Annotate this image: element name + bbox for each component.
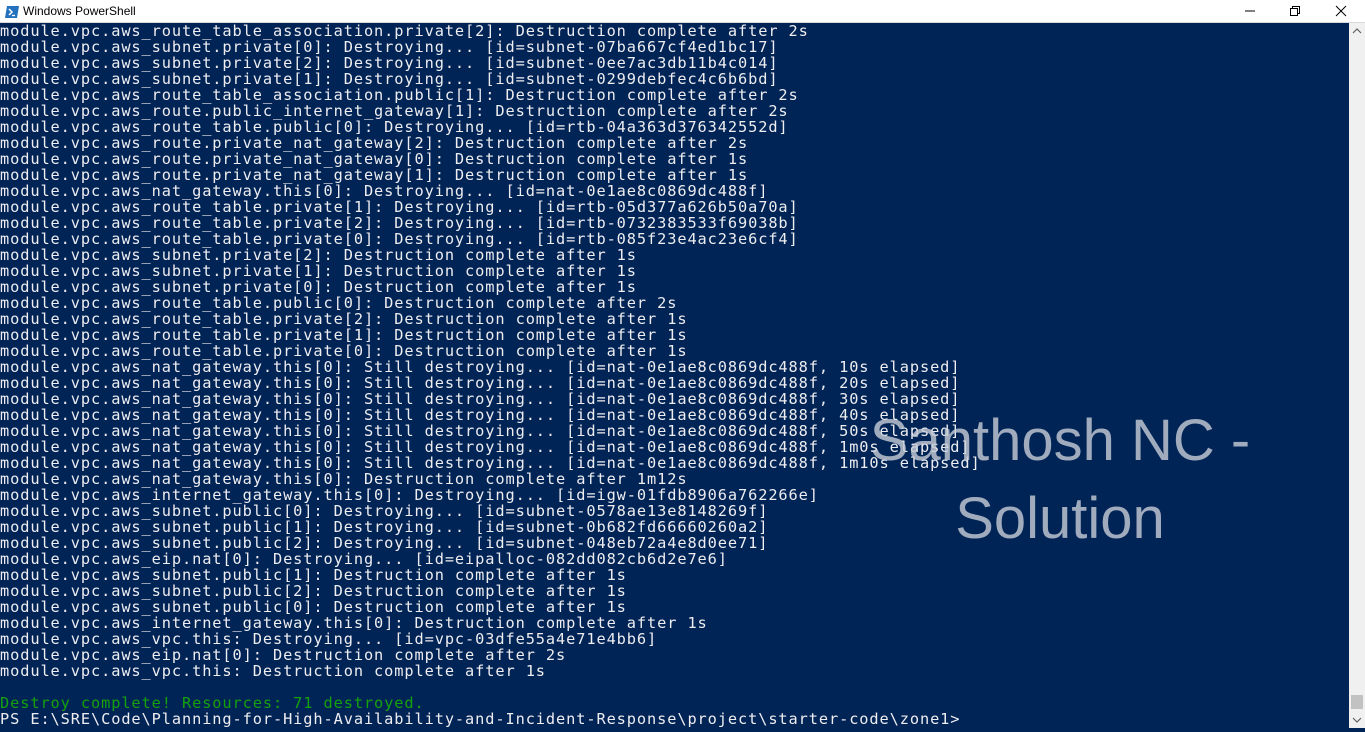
- console-line: module.vpc.aws_nat_gateway.this[0]: Stil…: [0, 454, 981, 472]
- console-line: module.vpc.aws_route.private_nat_gateway…: [0, 134, 749, 152]
- console-line: module.vpc.aws_internet_gateway.this[0]:…: [0, 614, 708, 632]
- minimize-button[interactable]: [1227, 0, 1273, 22]
- console-line: module.vpc.aws_route.public_internet_gat…: [0, 102, 789, 120]
- powershell-icon: [5, 4, 19, 18]
- console-line: module.vpc.aws_subnet.private[0]: Destro…: [0, 38, 779, 56]
- console-line: module.vpc.aws_vpc.this: Destroying... […: [0, 630, 658, 648]
- console-line: module.vpc.aws_nat_gateway.this[0]: Stil…: [0, 438, 971, 456]
- console-line: module.vpc.aws_route_table_association.p…: [0, 86, 799, 104]
- console-line: module.vpc.aws_subnet.public[2]: Destroy…: [0, 534, 769, 552]
- prompt-line[interactable]: PS E:\SRE\Code\Planning-for-High-Availab…: [0, 711, 960, 727]
- console-line: module.vpc.aws_route_table.private[1]: D…: [0, 326, 688, 344]
- console-line: module.vpc.aws_route_table.private[0]: D…: [0, 342, 688, 360]
- console-line: module.vpc.aws_nat_gateway.this[0]: Stil…: [0, 358, 961, 376]
- console-line: module.vpc.aws_nat_gateway.this[0]: Stil…: [0, 374, 961, 392]
- title-bar: Windows PowerShell: [0, 0, 1365, 23]
- window-title: Windows PowerShell: [23, 4, 136, 18]
- vertical-scrollbar[interactable]: [1349, 23, 1365, 728]
- console-line: module.vpc.aws_nat_gateway.this[0]: Stil…: [0, 390, 961, 408]
- console-line: module.vpc.aws_subnet.private[2]: Destro…: [0, 54, 779, 72]
- restore-button[interactable]: [1272, 0, 1318, 22]
- minimize-icon: [1245, 10, 1255, 12]
- console-line: module.vpc.aws_subnet.private[1]: Destru…: [0, 262, 637, 280]
- console-line: module.vpc.aws_eip.nat[0]: Destruction c…: [0, 646, 567, 664]
- console-line: module.vpc.aws_internet_gateway.this[0]:…: [0, 486, 819, 504]
- console-line: Destroy complete! Resources: 71 destroye…: [0, 694, 425, 712]
- console-line: module.vpc.aws_route_table.public[0]: De…: [0, 118, 789, 136]
- close-button[interactable]: [1318, 0, 1364, 22]
- console-output[interactable]: module.vpc.aws_route_table_association.p…: [0, 23, 1349, 728]
- console-line: module.vpc.aws_subnet.public[2]: Destruc…: [0, 582, 627, 600]
- console-line: module.vpc.aws_nat_gateway.this[0]: Dest…: [0, 470, 688, 488]
- close-icon: [1335, 5, 1347, 17]
- restore-icon: [1290, 6, 1300, 16]
- console-line: module.vpc.aws_route_table.private[2]: D…: [0, 214, 799, 232]
- console-line: module.vpc.aws_route.private_nat_gateway…: [0, 166, 749, 184]
- console-line: module.vpc.aws_eip.nat[0]: Destroying...…: [0, 550, 728, 568]
- console-line: module.vpc.aws_nat_gateway.this[0]: Dest…: [0, 182, 769, 200]
- console-line: module.vpc.aws_subnet.public[1]: Destroy…: [0, 518, 769, 536]
- console-line: module.vpc.aws_nat_gateway.this[0]: Stil…: [0, 406, 961, 424]
- console-line: module.vpc.aws_subnet.private[2]: Destru…: [0, 246, 637, 264]
- console-line: module.vpc.aws_route_table.private[0]: D…: [0, 230, 799, 248]
- scroll-thumb[interactable]: [1351, 695, 1363, 709]
- console-line: module.vpc.aws_route_table.private[1]: D…: [0, 198, 799, 216]
- console-line: module.vpc.aws_subnet.private[1]: Destro…: [0, 70, 779, 88]
- scroll-down-arrow[interactable]: [1349, 711, 1365, 728]
- console-line: module.vpc.aws_route_table.private[2]: D…: [0, 310, 688, 328]
- console-line: module.vpc.aws_vpc.this: Destruction com…: [0, 662, 546, 680]
- console-line: module.vpc.aws_subnet.private[0]: Destru…: [0, 278, 637, 296]
- console-line: module.vpc.aws_route_table.public[0]: De…: [0, 294, 678, 312]
- console-line: module.vpc.aws_subnet.public[1]: Destruc…: [0, 566, 627, 584]
- console-line: module.vpc.aws_subnet.public[0]: Destruc…: [0, 598, 627, 616]
- console-line: module.vpc.aws_route_table_association.p…: [0, 23, 809, 40]
- scroll-up-arrow[interactable]: [1349, 23, 1365, 40]
- console-line: module.vpc.aws_nat_gateway.this[0]: Stil…: [0, 422, 961, 440]
- console-line: module.vpc.aws_subnet.public[0]: Destroy…: [0, 502, 769, 520]
- console-line: module.vpc.aws_route.private_nat_gateway…: [0, 150, 749, 168]
